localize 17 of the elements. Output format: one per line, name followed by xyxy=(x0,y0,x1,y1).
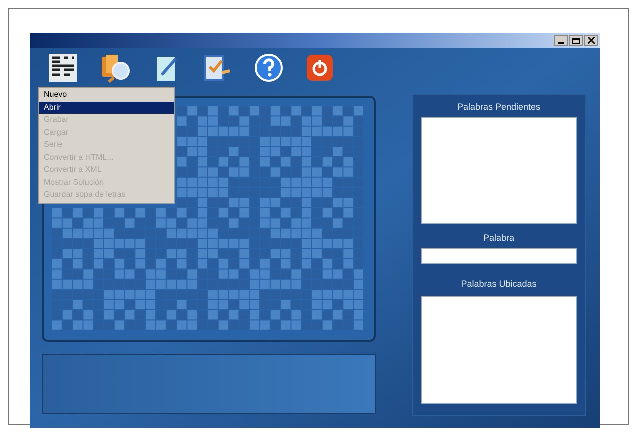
close-button[interactable] xyxy=(584,35,598,46)
panel-title: Palabras Pendientes xyxy=(457,101,541,114)
close-icon xyxy=(588,37,594,44)
maximize-icon xyxy=(572,38,580,44)
document-check-icon[interactable] xyxy=(202,53,232,83)
minimize-icon xyxy=(558,42,564,44)
help-icon[interactable] xyxy=(254,53,284,83)
grid-icon[interactable] xyxy=(48,53,78,83)
word-label: Palabra xyxy=(483,232,515,245)
menu-item[interactable]: Nuevo xyxy=(39,89,174,102)
panel-title: Palabras Ubicadas xyxy=(461,278,537,291)
menu-item[interactable]: Abrir xyxy=(39,102,174,114)
minimize-button[interactable] xyxy=(554,35,568,46)
power-icon[interactable] xyxy=(306,54,334,82)
magnifier-icon[interactable] xyxy=(100,53,132,83)
word-field[interactable] xyxy=(421,248,577,264)
maximize-button[interactable] xyxy=(569,35,583,46)
